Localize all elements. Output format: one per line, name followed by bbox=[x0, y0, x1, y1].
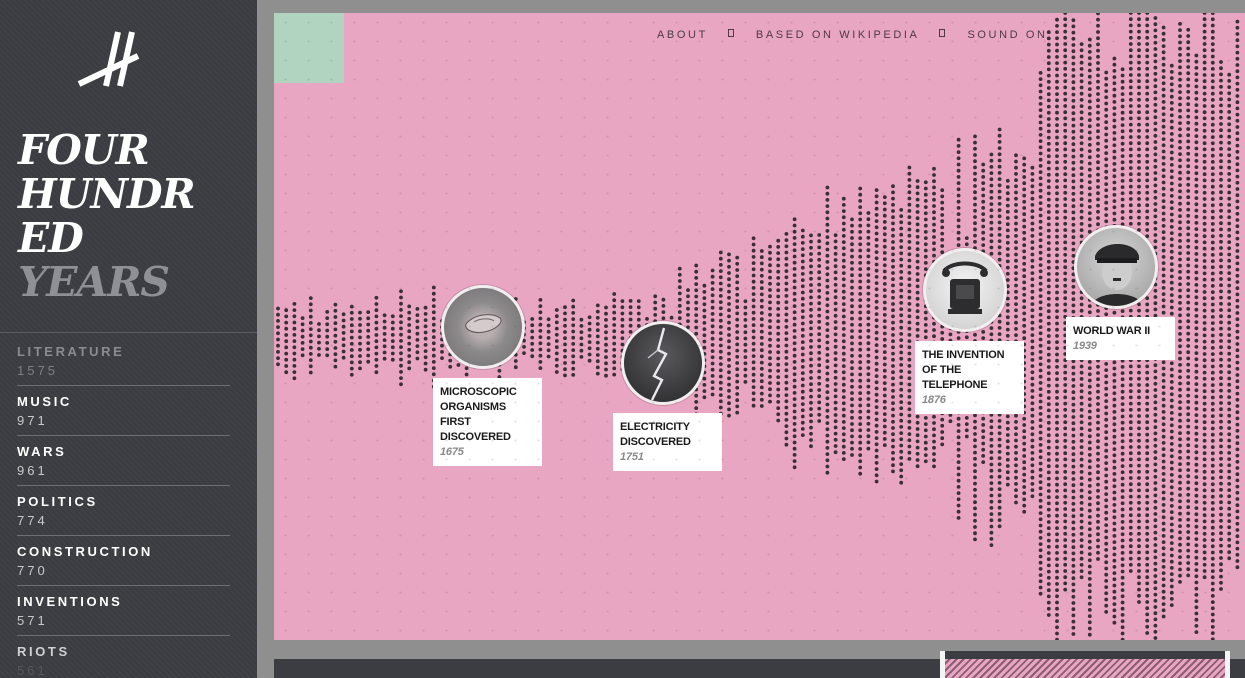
lightning-image[interactable] bbox=[621, 321, 705, 405]
category-item-inventions[interactable]: INVENTIONS 571 bbox=[17, 586, 230, 636]
organism-icon bbox=[465, 314, 502, 333]
about-link[interactable]: ABOUT bbox=[657, 29, 708, 41]
category-count: 770 bbox=[17, 563, 48, 578]
separator-icon bbox=[727, 29, 734, 38]
event-title: MICROSCOPIC ORGANISMS FIRST DISCOVERED bbox=[440, 386, 517, 443]
event-label[interactable]: ELECTRICITY DISCOVERED 1751 bbox=[613, 413, 722, 471]
title-line-4: YEARS bbox=[18, 258, 170, 306]
category-item-wars[interactable]: WARS 961 bbox=[17, 436, 230, 486]
event-year: 1751 bbox=[620, 451, 644, 463]
telephone-image[interactable] bbox=[923, 248, 1007, 332]
category-name: INVENTIONS bbox=[17, 594, 123, 609]
logo-icon[interactable] bbox=[76, 28, 142, 90]
event-title: THE INVENTION OF THE TELEPHONE bbox=[922, 349, 1005, 391]
portrait-icon bbox=[1091, 244, 1143, 306]
title-line-3: ED bbox=[18, 214, 84, 262]
wikipedia-link[interactable]: BASED ON WIKIPEDIA bbox=[756, 29, 920, 41]
portrait-image[interactable] bbox=[1074, 225, 1158, 309]
event-title: ELECTRICITY DISCOVERED bbox=[620, 421, 691, 448]
category-count: 774 bbox=[17, 513, 48, 528]
category-name: CONSTRUCTION bbox=[17, 544, 153, 559]
category-count: 571 bbox=[17, 613, 48, 628]
category-item-music[interactable]: MUSIC 971 bbox=[17, 386, 230, 436]
separator-icon bbox=[939, 29, 946, 38]
timeline-scrubber[interactable] bbox=[940, 651, 1230, 678]
timeline-bar bbox=[274, 651, 1245, 678]
event-year: 1876 bbox=[922, 394, 946, 406]
category-count: 971 bbox=[17, 413, 48, 428]
event-year: 1939 bbox=[1073, 340, 1097, 352]
event-year: 1675 bbox=[440, 446, 464, 458]
event-title: WORLD WAR II bbox=[1073, 325, 1151, 337]
category-count: 1575 bbox=[17, 363, 58, 378]
event-label[interactable]: WORLD WAR II 1939 bbox=[1066, 317, 1175, 360]
category-name: POLITICS bbox=[17, 494, 98, 509]
title-line-1: FOUR bbox=[18, 126, 150, 174]
category-name: LITERATURE bbox=[17, 344, 125, 359]
category-item-riots[interactable]: RIOTS 561 bbox=[17, 636, 230, 678]
divider bbox=[0, 332, 257, 333]
event-label[interactable]: MICROSCOPIC ORGANISMS FIRST DISCOVERED 1… bbox=[433, 378, 542, 466]
telephone-icon bbox=[942, 261, 988, 314]
event-label[interactable]: THE INVENTION OF THE TELEPHONE 1876 bbox=[915, 341, 1024, 414]
category-name: MUSIC bbox=[17, 394, 72, 409]
sound-toggle[interactable]: SOUND ON bbox=[967, 29, 1047, 41]
timeline-canvas[interactable]: ABOUT BASED ON WIKIPEDIA SOUND ON MICROSCO… bbox=[274, 13, 1245, 640]
site-title: FOUR HUNDR ED YEARS bbox=[18, 128, 248, 304]
microscope-organism-image[interactable] bbox=[441, 285, 525, 369]
lightning-icon bbox=[647, 327, 668, 401]
title-line-2: HUNDR bbox=[18, 170, 196, 218]
category-item-construction[interactable]: CONSTRUCTION 770 bbox=[17, 536, 230, 586]
category-name: RIOTS bbox=[17, 644, 70, 659]
category-item-literature[interactable]: LITERATURE 1575 bbox=[17, 336, 230, 386]
category-name: WARS bbox=[17, 444, 67, 459]
sidebar: FOUR HUNDR ED YEARS LITERATURE 1575 MUSI… bbox=[0, 0, 257, 678]
top-nav: ABOUT BASED ON WIKIPEDIA SOUND ON bbox=[657, 25, 1062, 41]
category-item-politics[interactable]: POLITICS 774 bbox=[17, 486, 230, 536]
category-count: 961 bbox=[17, 463, 48, 478]
category-count: 561 bbox=[17, 663, 48, 678]
category-list: LITERATURE 1575 MUSIC 971 WARS 961 POLIT… bbox=[17, 336, 230, 678]
